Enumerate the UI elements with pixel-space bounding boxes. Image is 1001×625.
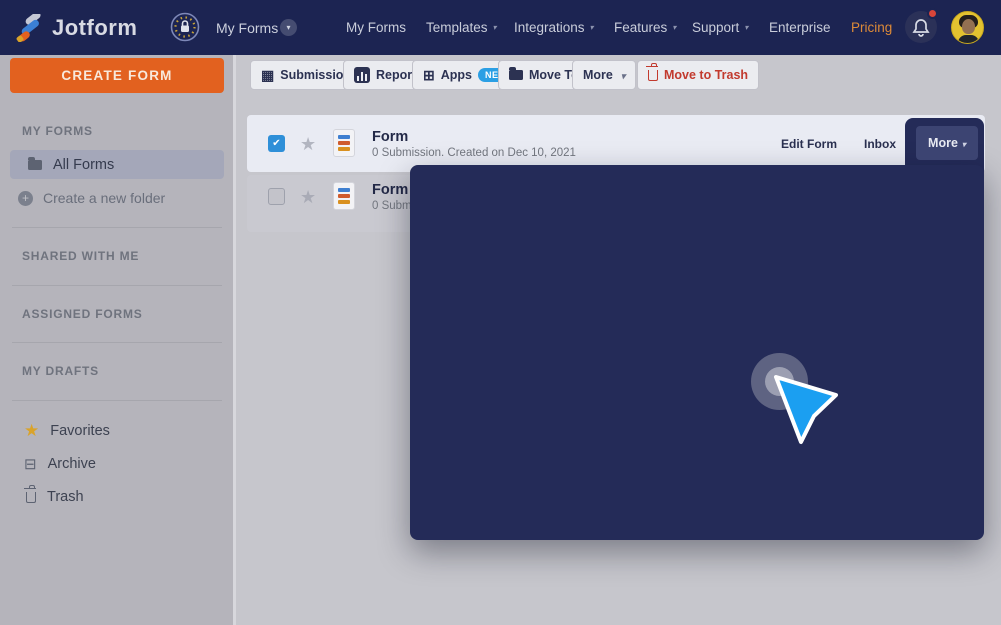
top-navbar: Jotform My Forms ▾ My Forms Templates In… [0, 0, 1001, 55]
chevron-down-icon [585, 20, 594, 35]
gdpr-lock-badge-icon [170, 12, 200, 42]
star-icon: ★ [24, 422, 39, 439]
trash-icon [648, 70, 658, 81]
divider [12, 285, 222, 286]
chevron-down-icon [619, 68, 626, 82]
section-shared-with-me[interactable]: SHARED WITH ME [22, 249, 139, 263]
workspace-switcher[interactable]: My Forms [216, 20, 278, 36]
sidebar-item-favorites[interactable]: ★ Favorites [24, 422, 110, 439]
sidebar-divider [233, 55, 236, 625]
brand-name[interactable]: Jotform [52, 15, 137, 41]
avatar-face [962, 19, 975, 34]
sidebar-item-trash[interactable]: Trash [26, 489, 84, 505]
section-my-drafts[interactable]: MY DRAFTS [22, 364, 99, 378]
row2-title[interactable]: Form [372, 182, 408, 198]
folder-icon [28, 160, 42, 170]
sidebar-item-all-forms[interactable]: All Forms [10, 150, 224, 179]
sidebar [0, 55, 233, 625]
chevron-down-icon [739, 20, 748, 35]
nav-features[interactable]: Features [614, 20, 676, 35]
row1-meta: 0 Submission. Created on Dec 10, 2021 [372, 147, 576, 159]
row2-star-icon[interactable]: ★ [300, 188, 316, 206]
row1-title[interactable]: Form [372, 129, 408, 145]
tutorial-cursor-icon [755, 355, 855, 455]
user-avatar[interactable] [951, 11, 984, 44]
nav-templates[interactable]: Templates [426, 20, 497, 35]
grid-icon: ▦ [261, 68, 274, 82]
apps-grid-icon: ⊞ [423, 68, 435, 82]
toolbar-more-button[interactable]: More [572, 60, 636, 90]
trash-icon [26, 492, 36, 503]
row1-checkbox[interactable] [268, 135, 285, 152]
row1-inbox-link[interactable]: Inbox [864, 137, 896, 151]
bar-chart-icon [354, 67, 370, 83]
more-dropdown-menu [410, 165, 984, 540]
nav-support[interactable]: Support [692, 20, 748, 35]
chevron-down-icon [488, 20, 497, 35]
plus-circle-icon: + [18, 191, 33, 206]
row2-meta: 0 Subm [372, 200, 412, 212]
nav-enterprise[interactable]: Enterprise [769, 20, 831, 35]
divider [12, 400, 222, 401]
create-new-folder-button[interactable]: + Create a new folder [18, 190, 165, 206]
row2-checkbox[interactable] [268, 188, 285, 205]
avatar-body [958, 35, 979, 44]
row1-edit-form-link[interactable]: Edit Form [781, 137, 837, 151]
nav-integrations[interactable]: Integrations [514, 20, 594, 35]
archive-icon: ⊟ [24, 455, 37, 473]
chevron-down-icon [962, 136, 966, 150]
section-my-forms: MY FORMS [22, 124, 93, 138]
row2-form-icon [333, 182, 355, 210]
move-folder-icon [509, 70, 523, 80]
chevron-down-icon [667, 20, 676, 35]
nav-pricing[interactable]: Pricing [851, 20, 892, 35]
row1-star-icon[interactable]: ★ [300, 135, 316, 153]
jotform-my-forms-page: Jotform My Forms ▾ My Forms Templates In… [0, 0, 1001, 625]
jotform-logo-icon[interactable] [16, 14, 44, 42]
divider [12, 227, 222, 228]
notification-badge [927, 8, 938, 19]
workspace-chevron-down-icon[interactable]: ▾ [280, 19, 297, 36]
sidebar-item-archive[interactable]: ⊟ Archive [24, 455, 96, 473]
create-form-button[interactable]: CREATE FORM [10, 58, 224, 93]
row1-more-button[interactable]: More [916, 126, 978, 160]
move-to-trash-button[interactable]: Move to Trash [637, 60, 759, 90]
row1-form-icon [333, 129, 355, 157]
nav-my-forms[interactable]: My Forms [346, 20, 406, 35]
section-assigned-forms[interactable]: ASSIGNED FORMS [22, 307, 143, 321]
divider [12, 342, 222, 343]
